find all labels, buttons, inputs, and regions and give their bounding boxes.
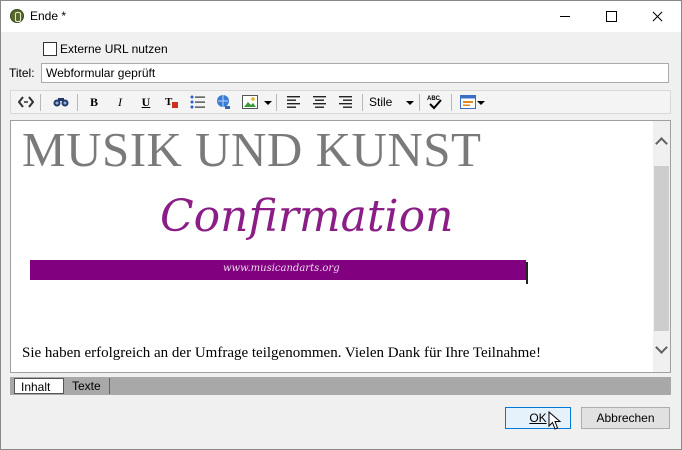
styles-dropdown-icon[interactable] [406,101,414,105]
ok-button-label: OK [529,411,547,425]
styles-dropdown[interactable]: Stile [369,95,392,109]
title-input[interactable]: Webformular geprüft [41,63,669,83]
image-dropdown-icon[interactable] [264,101,272,105]
title-bar: Ende * [1,1,681,32]
tab-inhalt[interactable]: Inhalt [14,378,64,394]
editor-tabs: Inhalt Texte [10,377,671,395]
dialog-window: Ende * Externe URL nutzen Titel: Webform… [0,0,682,450]
insert-field-icon[interactable] [458,93,478,111]
banner-script-text: Confirmation [160,191,454,242]
minimize-icon[interactable] [542,1,588,32]
toolbar-separator [77,94,78,111]
close-icon[interactable] [634,1,680,32]
toolbar-separator [419,94,420,111]
toolbar-separator [451,94,452,111]
confirmation-paragraph: Sie haben erfolgreich an der Umfrage tei… [22,345,541,361]
banner-edge [526,262,528,284]
confirmation-banner-image: Confirmation www.musicandarts.org [30,181,528,287]
mouse-cursor-icon [548,411,562,430]
title-label: Titel: [9,66,35,80]
image-icon[interactable] [240,93,260,111]
cancel-button-label: Abbrechen [596,411,655,425]
scrollbar-thumb[interactable] [654,166,669,331]
maximize-icon[interactable] [588,1,634,32]
editor-toolbar: B I U T Stile ABC [10,90,671,114]
source-icon[interactable] [16,93,36,111]
spellcheck-icon[interactable]: ABC [425,93,445,111]
toolbar-separator [362,94,363,111]
scroll-down-icon[interactable] [653,341,670,358]
app-icon [10,9,24,23]
cancel-button[interactable]: Abbrechen [581,407,670,429]
text-color-icon[interactable]: T [162,93,182,111]
align-center-icon[interactable] [310,93,330,111]
banner-url-text: www.musicandarts.org [223,263,340,274]
svg-text:T: T [165,96,173,108]
external-url-checkbox[interactable] [43,42,57,56]
bold-icon[interactable]: B [84,93,104,111]
underline-icon[interactable]: U [136,93,156,111]
tab-texte[interactable]: Texte [66,378,110,394]
toolbar-separator [40,94,41,111]
external-url-label: Externe URL nutzen [60,42,168,56]
content-heading: MUSIK UND KUNST [22,122,482,177]
italic-icon[interactable]: I [110,93,130,111]
html-editor-area[interactable]: MUSIK UND KUNST Confirmation www.musican… [10,120,671,373]
link-icon[interactable] [214,93,234,111]
align-right-icon[interactable] [336,93,356,111]
find-icon[interactable] [51,93,71,111]
align-left-icon[interactable] [284,93,304,111]
bullet-list-icon[interactable] [188,93,208,111]
insert-field-dropdown-icon[interactable] [477,101,485,105]
scroll-up-icon[interactable] [653,133,670,150]
window-title: Ende * [30,9,67,23]
svg-text:ABC: ABC [427,96,441,102]
toolbar-separator [276,94,277,111]
vertical-scrollbar[interactable] [653,121,670,372]
